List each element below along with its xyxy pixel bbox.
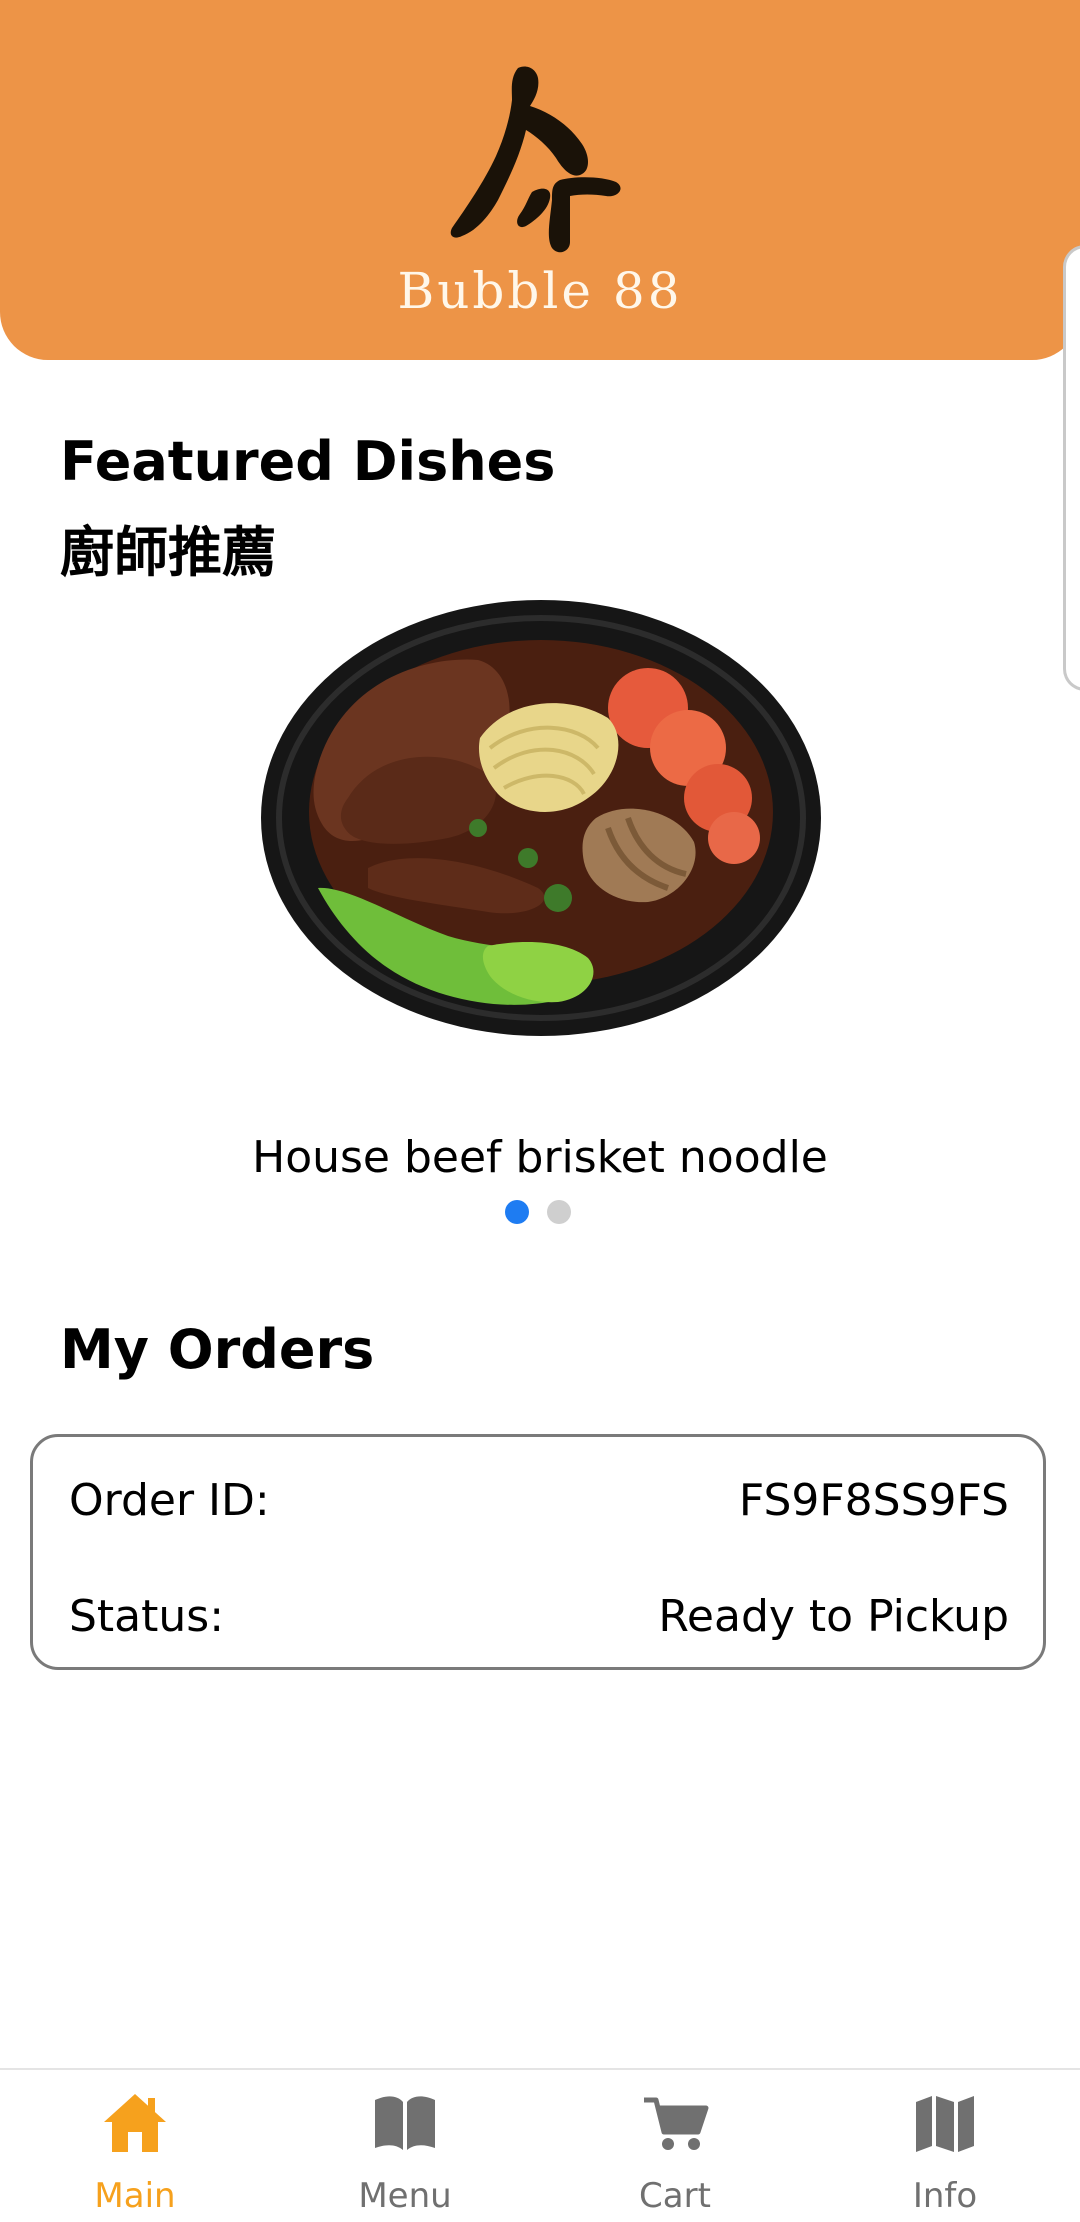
app-header: Bubble 88: [0, 0, 1080, 360]
tab-menu[interactable]: Menu: [270, 2070, 540, 2222]
tab-cart[interactable]: Cart: [540, 2070, 810, 2222]
status-value: Ready to Pickup: [658, 1591, 1009, 1642]
carousel-dot-2[interactable]: [547, 1200, 571, 1224]
book-icon: [375, 2096, 435, 2150]
order-card[interactable]: Order ID: FS9F8SS9FS Status: Ready to Pi…: [30, 1434, 1046, 1670]
calligraphy-logo-icon: [450, 66, 621, 253]
map-icon: [916, 2096, 974, 2152]
dish-name: House beef brisket noodle: [252, 1132, 828, 1183]
status-label: Status:: [69, 1591, 225, 1642]
tab-info[interactable]: Info: [810, 2070, 1080, 2222]
dish-image[interactable]: [258, 598, 824, 1048]
tab-cart-label: Cart: [639, 2176, 711, 2216]
tab-menu-label: Menu: [358, 2176, 452, 2216]
cart-icon: [644, 2097, 709, 2150]
order-id-label: Order ID:: [69, 1475, 270, 1526]
featured-dishes-subtitle: 廚師推薦: [60, 521, 276, 584]
brand-name: Bubble 88: [397, 262, 683, 320]
bottom-tab-bar: Main Menu Cart Info: [0, 2068, 1080, 2222]
carousel-indicator[interactable]: [505, 1200, 571, 1224]
order-id-value: FS9F8SS9FS: [738, 1475, 1009, 1526]
tab-main-label: Main: [94, 2176, 176, 2216]
my-orders-title: My Orders: [60, 1318, 375, 1381]
home-icon: [104, 2094, 166, 2152]
featured-dishes-title: Featured Dishes: [60, 430, 556, 493]
carousel-dot-1[interactable]: [505, 1200, 529, 1224]
side-drawer-handle[interactable]: [1063, 245, 1080, 691]
tab-main[interactable]: Main: [0, 2070, 270, 2222]
tab-info-label: Info: [912, 2176, 978, 2216]
